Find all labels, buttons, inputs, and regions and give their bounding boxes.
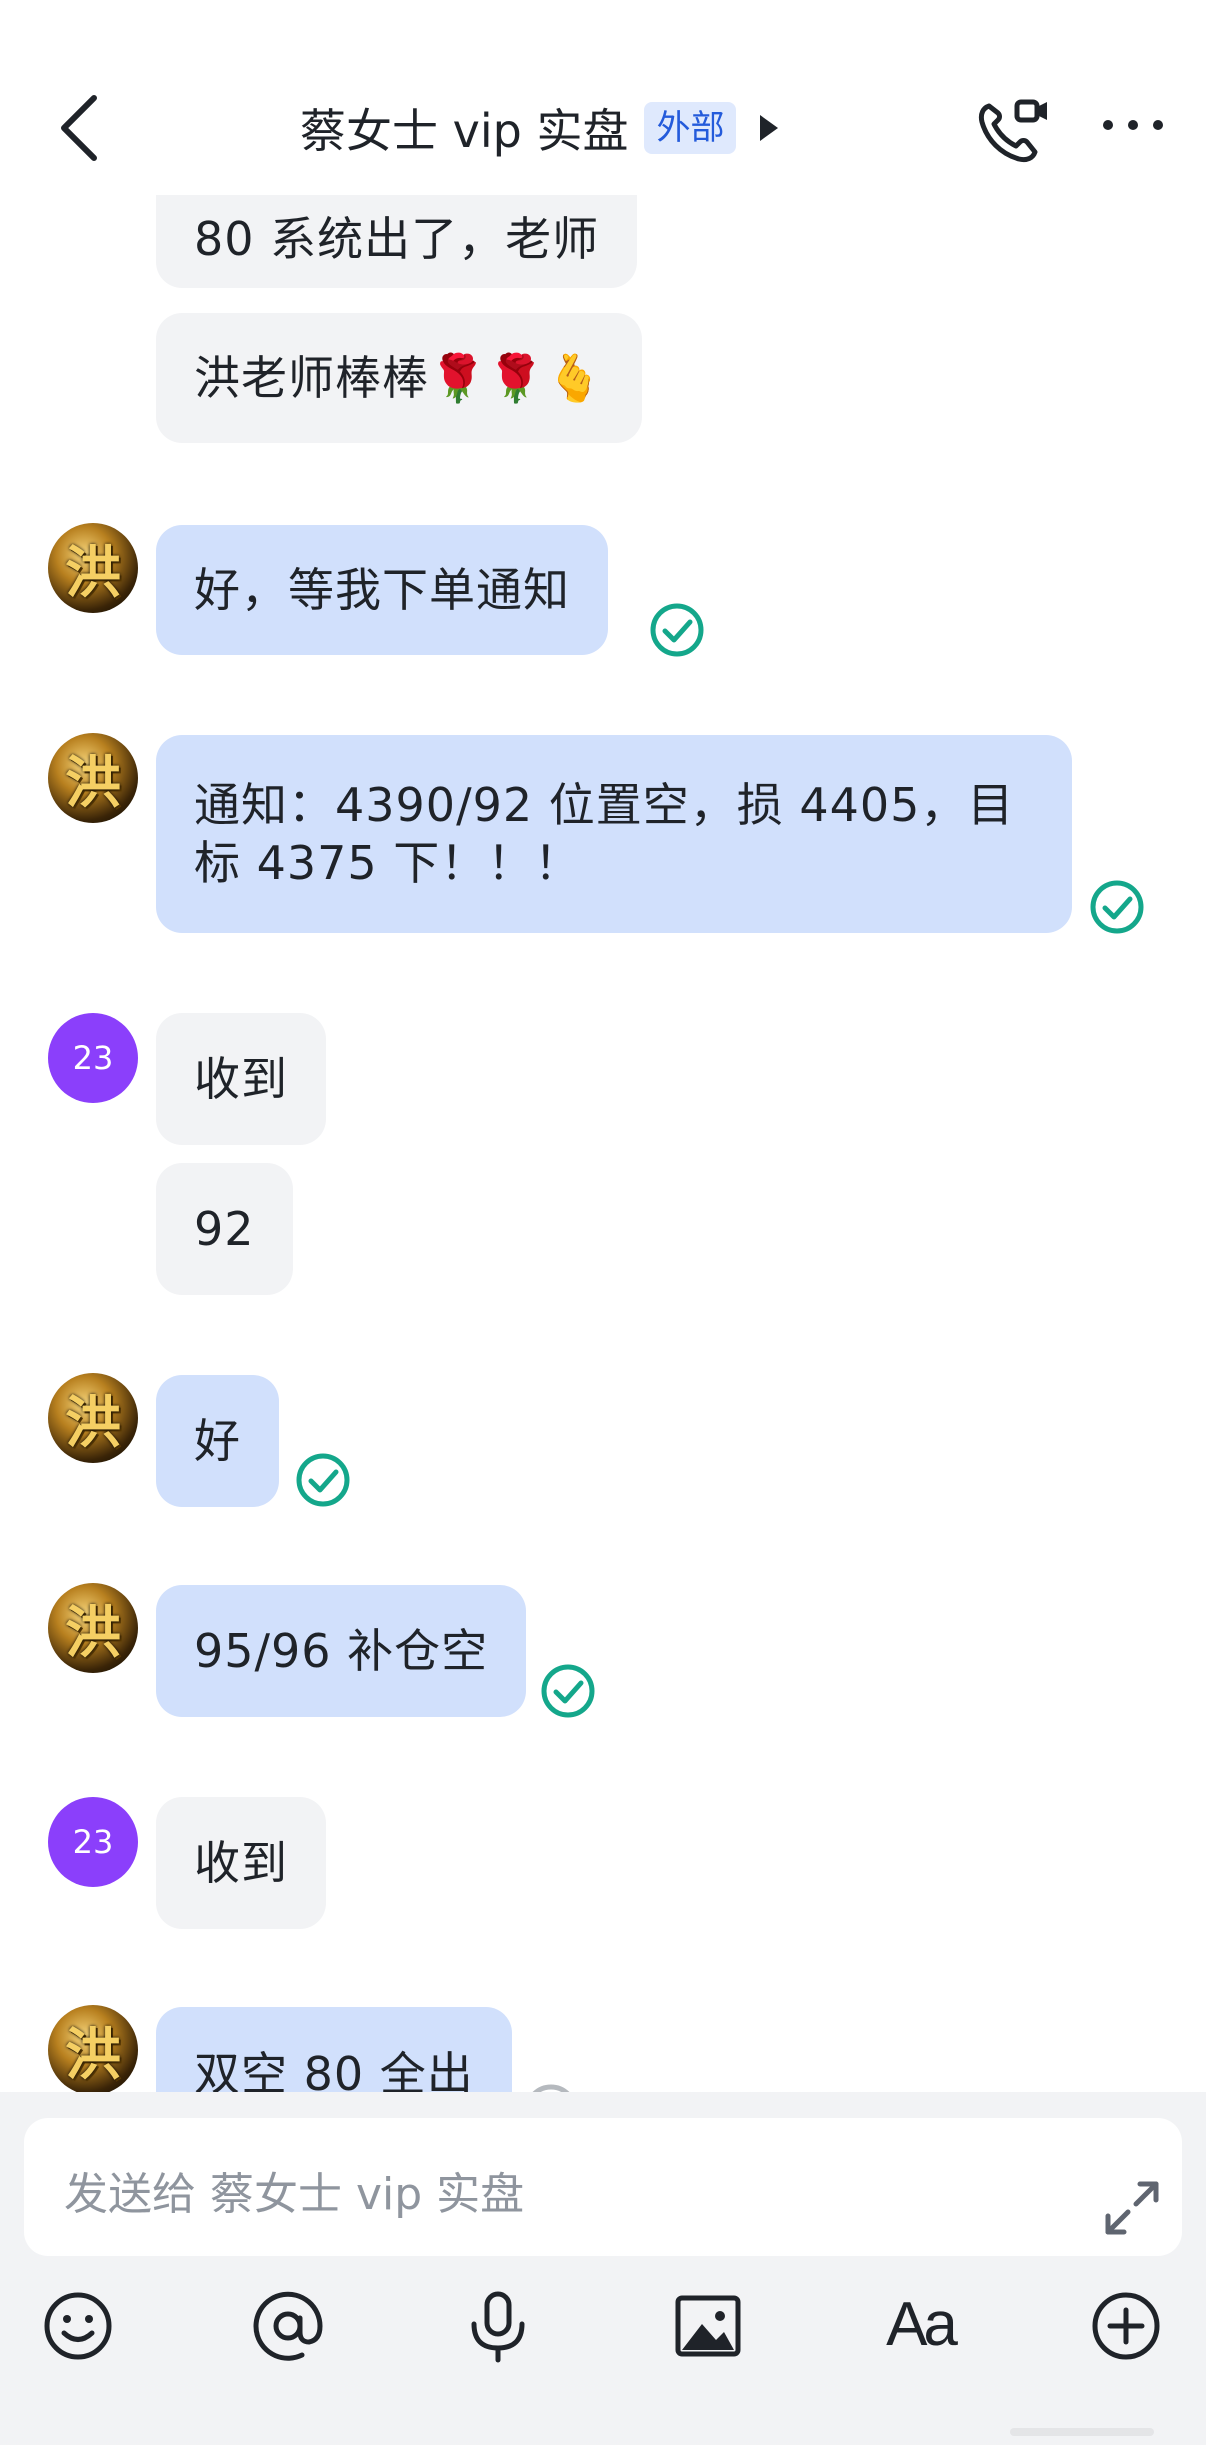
message-composer: 发送给 蔡女士 vip 实盘 Aa (0, 2092, 1206, 2445)
avatar[interactable]: 23 (48, 1013, 138, 1103)
chat-title-button[interactable]: 蔡女士 vip 实盘 外部 (300, 90, 780, 166)
chevron-left-icon[interactable] (50, 88, 110, 168)
message-text: 收到 (194, 1052, 288, 1106)
message-bubble[interactable]: 收到 (156, 1797, 326, 1929)
chat-title: 蔡女士 vip 实盘 (300, 104, 629, 158)
message-text: 92 (194, 1202, 255, 1256)
input-placeholder: 发送给 蔡女士 vip 实盘 (64, 2169, 525, 2220)
avatar[interactable]: 洪 (48, 733, 138, 823)
check-circle-icon (296, 1453, 350, 1507)
message-text: 好，等我下单通知 (194, 563, 570, 617)
avatar[interactable]: 洪 (48, 2005, 138, 2092)
message-input[interactable]: 发送给 蔡女士 vip 实盘 (24, 2118, 1182, 2256)
phone-video-icon[interactable] (975, 96, 1049, 166)
avatar[interactable]: 洪 (48, 1373, 138, 1463)
more-dots-icon[interactable] (1100, 110, 1166, 140)
font-icon[interactable]: Aa (880, 2287, 960, 2363)
plus-circle-icon[interactable] (1088, 2288, 1164, 2364)
message-bubble[interactable]: 92 (156, 1163, 293, 1295)
message-list[interactable]: 80 系统出了，老师 洪老师棒棒🌹🌹🫰 洪 好，等我下单通知 洪 通知：4390… (0, 195, 1206, 2092)
image-icon[interactable] (670, 2288, 746, 2364)
expand-icon[interactable] (1102, 2178, 1162, 2238)
message-text: 双空 80 全出 (194, 2047, 474, 2092)
microphone-icon[interactable] (460, 2288, 536, 2364)
message-text: 通知：4390/92 位置空，损 4405，目 标 4375 下！！！ (194, 778, 1015, 890)
check-circle-icon (541, 1664, 595, 1718)
chat-header: 蔡女士 vip 实盘 外部 (0, 0, 1206, 195)
check-circle-icon (1090, 880, 1144, 934)
caret-right-icon (760, 115, 779, 141)
emoji-icon[interactable] (40, 2288, 116, 2364)
check-circle-icon (532, 2084, 570, 2092)
message-bubble[interactable]: 好 (156, 1375, 279, 1507)
message-bubble[interactable]: 收到 (156, 1013, 326, 1145)
home-indicator (1010, 2428, 1154, 2436)
avatar[interactable]: 23 (48, 1797, 138, 1887)
message-text: 95/96 补仓空 (194, 1624, 489, 1678)
message-text: 好 (194, 1414, 241, 1468)
external-badge: 外部 (644, 102, 737, 154)
message-bubble[interactable]: 洪老师棒棒🌹🌹🫰 (156, 313, 642, 443)
message-bubble[interactable]: 好，等我下单通知 (156, 525, 608, 655)
message-text: 洪老师棒棒🌹🌹🫰 (194, 351, 604, 405)
message-text: 收到 (194, 1836, 288, 1890)
check-circle-icon (650, 603, 704, 657)
avatar[interactable]: 洪 (48, 523, 138, 613)
message-bubble[interactable]: 80 系统出了，老师 (156, 195, 638, 288)
message-bubble[interactable]: 95/96 补仓空 (156, 1585, 527, 1717)
message-bubble[interactable]: 通知：4390/92 位置空，损 4405，目 标 4375 下！！！ (156, 735, 1072, 933)
at-icon[interactable] (250, 2288, 326, 2364)
message-text: 80 系统出了，老师 (194, 211, 600, 266)
avatar[interactable]: 洪 (48, 1583, 138, 1673)
message-bubble[interactable]: 双空 80 全出 (156, 2007, 512, 2092)
